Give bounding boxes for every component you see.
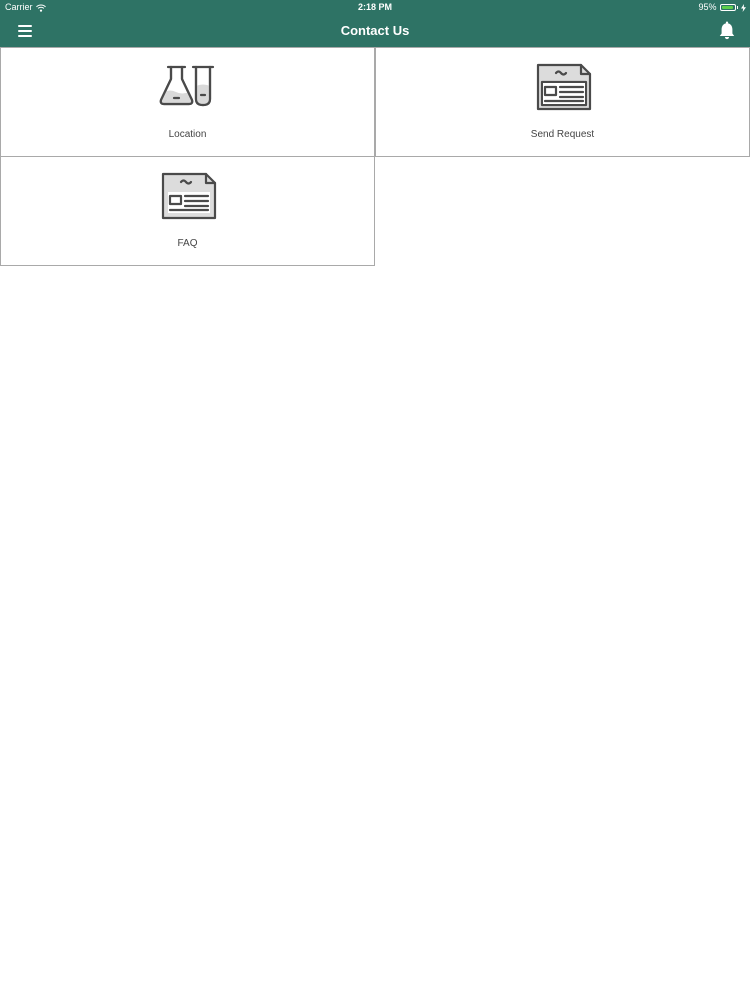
lab-flask-icon: [159, 65, 215, 107]
status-bar: Carrier 2:18 PM 95%: [0, 0, 750, 15]
tile-label: Location: [168, 129, 207, 140]
battery-level-fill: [721, 6, 733, 9]
newspaper-icon: [536, 63, 592, 111]
menu-line: [18, 25, 32, 27]
hamburger-menu-icon[interactable]: [14, 18, 38, 42]
bolt-icon: [741, 3, 746, 12]
tile-send-request[interactable]: Send Request: [375, 47, 750, 157]
tile-label: Send Request: [530, 129, 595, 140]
tile-faq[interactable]: FAQ: [0, 156, 375, 266]
battery-group: 95%: [698, 0, 746, 15]
bell-icon[interactable]: [716, 20, 738, 42]
newspaper-icon: [161, 172, 217, 220]
battery-cap: [736, 6, 738, 9]
page-title: Contact Us: [340, 23, 410, 38]
app-header: Carrier 2:18 PM 95% Contact Us: [0, 0, 750, 47]
status-time: 2:18 PM: [357, 2, 392, 12]
menu-line: [18, 30, 32, 32]
tile-label: FAQ: [177, 238, 198, 249]
bell-glyph: [719, 21, 735, 40]
menu-line: [18, 35, 32, 37]
battery-percent: 95%: [698, 2, 717, 12]
battery-icon: [719, 4, 736, 11]
navigation-bar: Contact Us: [0, 15, 750, 47]
tile-location[interactable]: Location: [0, 47, 375, 157]
